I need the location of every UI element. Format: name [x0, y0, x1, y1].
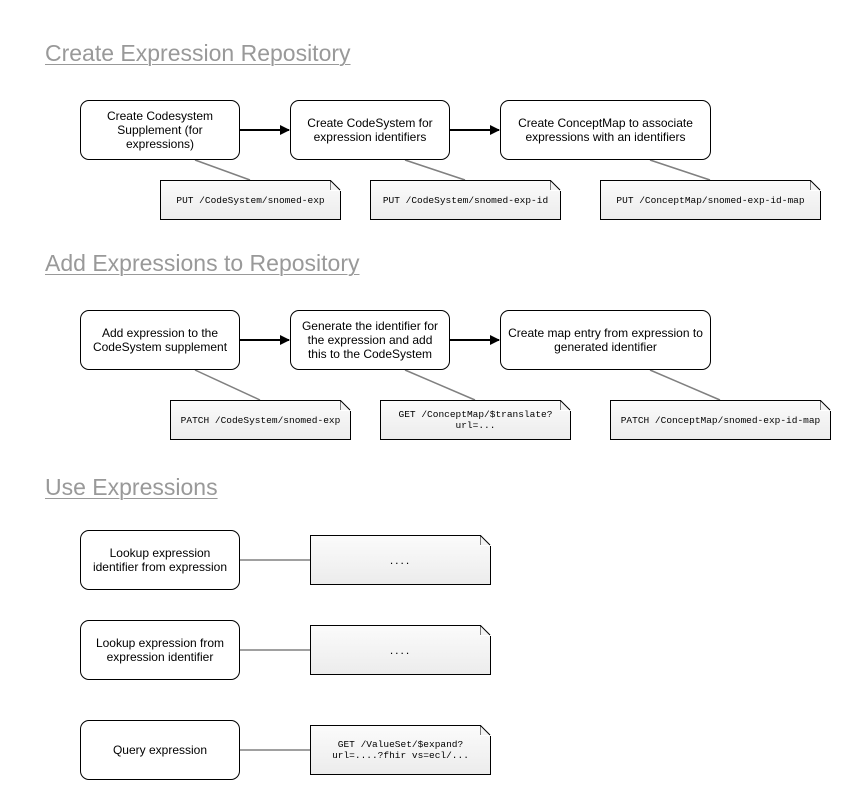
- folded-corner-icon: [330, 180, 341, 191]
- step-create-codesystem-identifiers: Create CodeSystem for expression identif…: [290, 100, 450, 160]
- step-label: Create CodeSystem for expression identif…: [307, 116, 433, 144]
- section-title-add-expressions: Add Expressions to Repository: [45, 250, 360, 276]
- folded-corner-icon: [340, 400, 351, 411]
- section-title-create-repository: Create Expression Repository: [45, 40, 351, 66]
- folded-corner-icon: [550, 180, 561, 191]
- note-text: GET /ValueSet/$expand? url=....?fhir vs=…: [332, 739, 469, 761]
- step-label: Create Codesystem Supplement (for expres…: [106, 109, 214, 151]
- note-link: [194, 369, 261, 401]
- note-text: PUT /CodeSystem/snomed-exp-id: [382, 194, 549, 206]
- note-link: [404, 369, 476, 401]
- step-create-conceptmap: Create ConceptMap to associate expressio…: [500, 100, 711, 160]
- note-link: [194, 159, 251, 181]
- note-lookup-expression: ....: [310, 625, 491, 675]
- note-link: [649, 369, 721, 401]
- step-create-map-entry: Create map entry from expression to gene…: [500, 310, 711, 370]
- step-label: Add expression to the CodeSystem supplem…: [92, 326, 228, 354]
- step-label: Lookup expression identifier from expres…: [92, 546, 228, 574]
- note-link: [404, 159, 466, 181]
- note-lookup-identifier: ....: [310, 535, 491, 585]
- step-label: Query expression: [112, 743, 208, 757]
- note-text: GET /ConceptMap/$translate? url=...: [398, 409, 553, 431]
- section-title-use-expressions: Use Expressions: [45, 474, 218, 500]
- step-lookup-expression: Lookup expression from expression identi…: [80, 620, 240, 680]
- step-create-codesystem-supplement: Create Codesystem Supplement (for expres…: [80, 100, 240, 160]
- folded-corner-icon: [820, 400, 831, 411]
- note-put-codesystem-snomed-exp: PUT /CodeSystem/snomed-exp: [160, 180, 341, 220]
- note-text: ....: [389, 642, 412, 657]
- note-patch-codesystem: PATCH /CodeSystem/snomed-exp: [170, 400, 351, 440]
- note-get-valueset-expand: GET /ValueSet/$expand? url=....?fhir vs=…: [310, 725, 491, 775]
- note-text: PUT /ConceptMap/snomed-exp-id-map: [616, 194, 805, 206]
- step-label: Generate the identifier for the expressi…: [301, 319, 439, 361]
- folded-corner-icon: [480, 625, 491, 636]
- step-query-expression: Query expression: [80, 720, 240, 780]
- note-link: [649, 159, 711, 181]
- step-label: Lookup expression from expression identi…: [95, 636, 225, 664]
- note-patch-conceptmap: PATCH /ConceptMap/snomed-exp-id-map: [610, 400, 831, 440]
- note-text: PUT /CodeSystem/snomed-exp: [176, 194, 325, 206]
- step-add-expression: Add expression to the CodeSystem supplem…: [80, 310, 240, 370]
- note-get-conceptmap-translate: GET /ConceptMap/$translate? url=...: [380, 400, 571, 440]
- note-text: PATCH /CodeSystem/snomed-exp: [180, 414, 341, 426]
- step-label: Create ConceptMap to associate expressio…: [518, 116, 693, 144]
- folded-corner-icon: [810, 180, 821, 191]
- note-text: PATCH /ConceptMap/snomed-exp-id-map: [620, 414, 821, 426]
- note-text: ....: [389, 552, 412, 567]
- folded-corner-icon: [480, 535, 491, 546]
- note-put-codesystem-snomed-exp-id: PUT /CodeSystem/snomed-exp-id: [370, 180, 561, 220]
- step-lookup-identifier: Lookup expression identifier from expres…: [80, 530, 240, 590]
- note-put-conceptmap: PUT /ConceptMap/snomed-exp-id-map: [600, 180, 821, 220]
- folded-corner-icon: [480, 725, 491, 736]
- step-generate-identifier: Generate the identifier for the expressi…: [290, 310, 450, 370]
- step-label: Create map entry from expression to gene…: [508, 326, 703, 354]
- folded-corner-icon: [560, 400, 571, 411]
